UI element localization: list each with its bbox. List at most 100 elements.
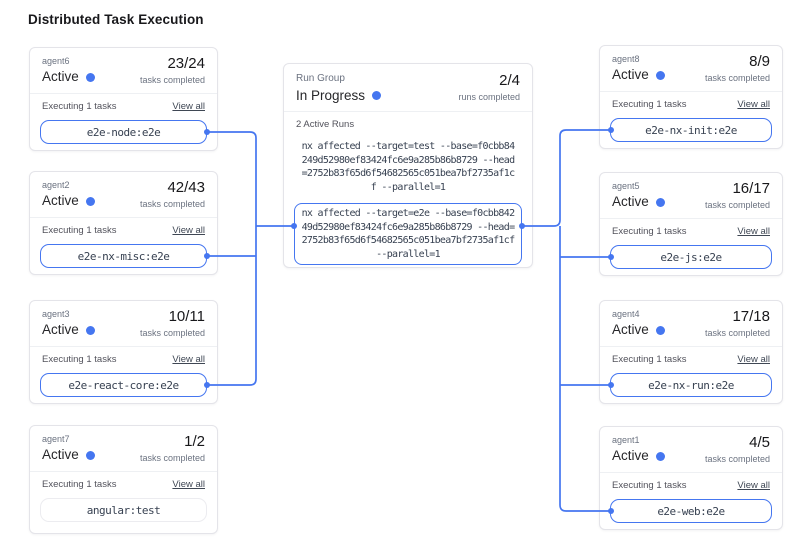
executing-row: Executing 1 tasks View all: [610, 98, 772, 111]
tasks-count: 1/2: [140, 433, 205, 451]
executing-row: Executing 1 tasks View all: [40, 224, 207, 237]
executing-label: Executing 1 tasks: [42, 101, 116, 112]
agent-card-body: Executing 1 tasks View all e2e-js:e2e: [600, 219, 782, 269]
active-runs-label: 2 Active Runs: [294, 118, 522, 131]
agent-card-agent6: agent6 Active 23/24 tasks completed Exec…: [29, 47, 218, 151]
agent-status-label: Active: [42, 320, 79, 340]
task-pill[interactable]: angular:test: [40, 498, 207, 522]
run-group-status: In Progress: [296, 85, 381, 106]
agent-progress: 8/9 tasks completed: [705, 53, 770, 85]
task-pill[interactable]: e2e-web:e2e: [610, 499, 772, 523]
agent-card-header: agent2 Active 42/43 tasks completed: [30, 172, 217, 218]
status-dot-icon: [86, 73, 95, 82]
agent-status-label: Active: [42, 191, 79, 211]
agent-card-header: agent8 Active 8/9 tasks completed: [600, 46, 782, 92]
agent-card-header: agent3 Active 10/11 tasks completed: [30, 301, 217, 347]
tasks-count-caption: tasks completed: [705, 327, 770, 340]
executing-label: Executing 1 tasks: [612, 480, 686, 491]
agent-status: Active: [42, 67, 95, 87]
agent-status: Active: [612, 192, 665, 212]
agent-name: agent2: [42, 179, 95, 191]
view-all-link[interactable]: View all: [172, 101, 205, 112]
view-all-link[interactable]: View all: [737, 99, 770, 110]
tasks-count-caption: tasks completed: [140, 452, 205, 465]
agent-name: agent8: [612, 53, 665, 65]
tasks-count-caption: tasks completed: [705, 453, 770, 466]
agent-name: agent7: [42, 433, 95, 445]
agent-status: Active: [612, 320, 665, 340]
agent-card-agent3: agent3 Active 10/11 tasks completed Exec…: [29, 300, 218, 404]
tasks-count: 16/17: [705, 180, 770, 198]
view-all-link[interactable]: View all: [737, 354, 770, 365]
agent-card-body: Executing 1 tasks View all e2e-react-cor…: [30, 347, 217, 397]
view-all-link[interactable]: View all: [737, 480, 770, 491]
agent-card-agent5: agent5 Active 16/17 tasks completed Exec…: [599, 172, 783, 276]
agent-name: agent5: [612, 180, 665, 192]
run-group-identity: Run Group In Progress: [296, 72, 381, 106]
agent-identity: agent3 Active: [42, 308, 95, 340]
run-command-highlighted[interactable]: nx affected --target=e2e --base=f0cbb842…: [294, 203, 522, 265]
run-group-label: Run Group: [296, 72, 381, 85]
agent-status-label: Active: [612, 446, 649, 466]
executing-row: Executing 1 tasks View all: [40, 353, 207, 366]
agent-identity: agent2 Active: [42, 179, 95, 211]
status-dot-icon: [86, 326, 95, 335]
runs-count-caption: runs completed: [458, 91, 520, 104]
agent-card-header: agent5 Active 16/17 tasks completed: [600, 173, 782, 219]
agent-status-label: Active: [42, 67, 79, 87]
agent-identity: agent8 Active: [612, 53, 665, 85]
status-dot-icon: [86, 197, 95, 206]
agent-name: agent3: [42, 308, 95, 320]
agent-card-body: Executing 1 tasks View all e2e-nx-init:e…: [600, 92, 782, 142]
tasks-count: 23/24: [140, 55, 205, 73]
task-pill[interactable]: e2e-nx-run:e2e: [610, 373, 772, 397]
agent-card-agent4: agent4 Active 17/18 tasks completed Exec…: [599, 300, 783, 404]
connector-agent8: [522, 130, 611, 226]
run-command[interactable]: nx affected --target=test --base=f0cbb84…: [294, 136, 522, 198]
agent-status: Active: [42, 191, 95, 211]
view-all-link[interactable]: View all: [172, 354, 205, 365]
tasks-count-caption: tasks completed: [140, 327, 205, 340]
task-pill[interactable]: e2e-js:e2e: [610, 245, 772, 269]
distributed-task-execution-view: Distributed Task Execution agent6 Active…: [0, 0, 800, 549]
tasks-count-caption: tasks completed: [705, 199, 770, 212]
view-all-link[interactable]: View all: [172, 479, 205, 490]
agent-card-header: agent4 Active 17/18 tasks completed: [600, 301, 782, 347]
agent-card-body: Executing 1 tasks View all e2e-node:e2e: [30, 94, 217, 144]
tasks-count-caption: tasks completed: [140, 74, 205, 87]
agent-status-label: Active: [42, 445, 79, 465]
agent-progress: 23/24 tasks completed: [140, 55, 205, 87]
run-group-card: Run Group In Progress 2/4 runs completed…: [283, 63, 533, 268]
view-all-link[interactable]: View all: [172, 225, 205, 236]
run-group-status-label: In Progress: [296, 85, 365, 106]
tasks-count: 8/9: [705, 53, 770, 71]
runs-count: 2/4: [458, 72, 520, 90]
agent-progress: 16/17 tasks completed: [705, 180, 770, 212]
status-dot-icon: [656, 71, 665, 80]
agent-identity: agent1 Active: [612, 434, 665, 466]
agent-identity: agent4 Active: [612, 308, 665, 340]
task-pill[interactable]: e2e-node:e2e: [40, 120, 207, 144]
agent-card-body: Executing 1 tasks View all e2e-nx-run:e2…: [600, 347, 782, 397]
tasks-count-caption: tasks completed: [140, 198, 205, 211]
view-all-link[interactable]: View all: [737, 226, 770, 237]
agent-card-header: agent6 Active 23/24 tasks completed: [30, 48, 217, 94]
agent-progress: 42/43 tasks completed: [140, 179, 205, 211]
tasks-count: 4/5: [705, 434, 770, 452]
page-title: Distributed Task Execution: [28, 12, 204, 27]
tasks-count-caption: tasks completed: [705, 72, 770, 85]
executing-label: Executing 1 tasks: [612, 226, 686, 237]
agent-name: agent4: [612, 308, 665, 320]
agent-status: Active: [612, 65, 665, 85]
agent-card-agent1: agent1 Active 4/5 tasks completed Execut…: [599, 426, 783, 530]
status-dot-icon: [656, 326, 665, 335]
agent-card-agent8: agent8 Active 8/9 tasks completed Execut…: [599, 45, 783, 149]
agent-progress: 10/11 tasks completed: [140, 308, 205, 340]
agent-card-body: Executing 1 tasks View all angular:test: [30, 472, 217, 522]
executing-label: Executing 1 tasks: [42, 225, 116, 236]
task-pill[interactable]: e2e-nx-misc:e2e: [40, 244, 207, 268]
task-pill[interactable]: e2e-react-core:e2e: [40, 373, 207, 397]
agent-status: Active: [42, 320, 95, 340]
task-pill[interactable]: e2e-nx-init:e2e: [610, 118, 772, 142]
agent-status-label: Active: [612, 65, 649, 85]
